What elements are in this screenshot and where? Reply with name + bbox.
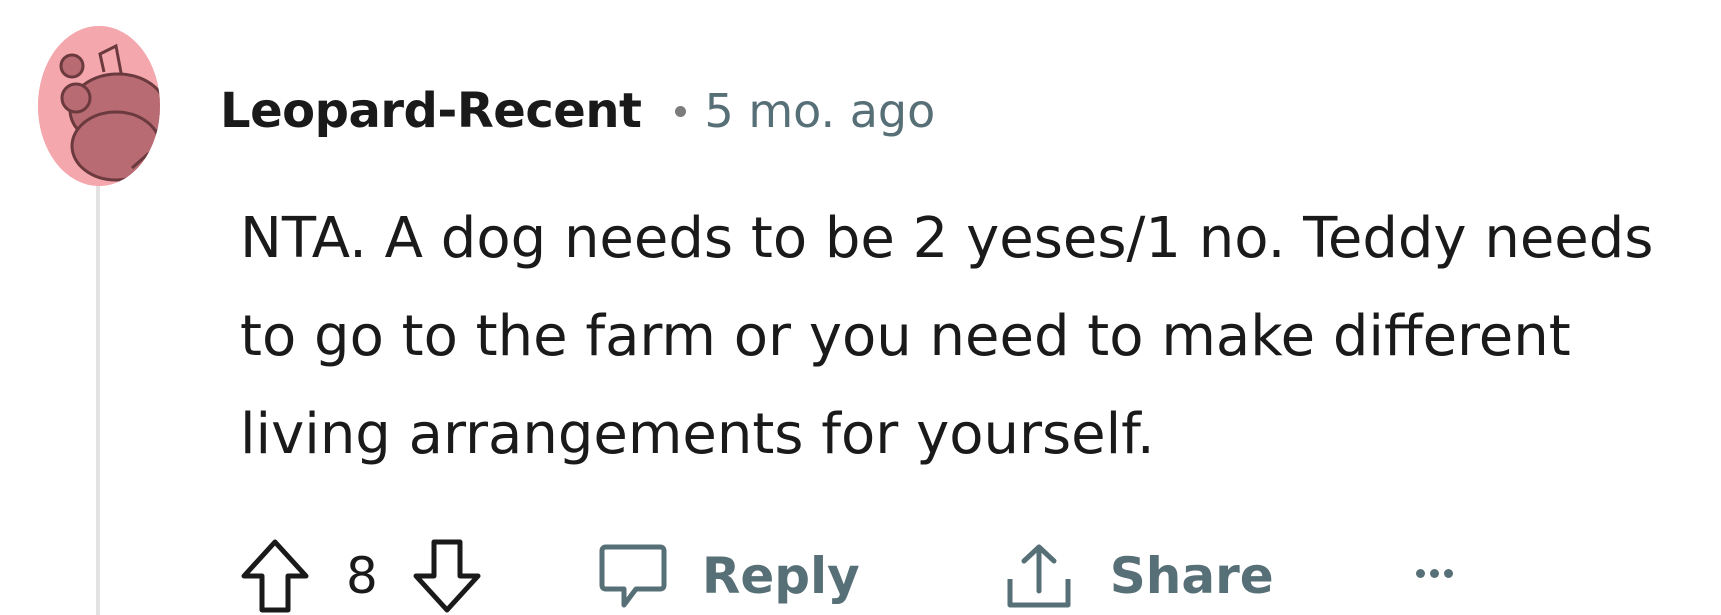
- share-label: Share: [1109, 547, 1274, 605]
- snoo-avatar-icon: [38, 26, 160, 186]
- more-options-button[interactable]: [1415, 568, 1453, 578]
- author-name[interactable]: Leopard-Recent: [220, 83, 642, 139]
- comment-header: Leopard-Recent 5 mo. ago: [220, 76, 935, 146]
- downvote-button[interactable]: [412, 538, 482, 614]
- speech-bubble-icon: [599, 544, 667, 608]
- arrow-up-icon: [241, 539, 309, 613]
- arrow-down-icon: [413, 539, 481, 613]
- avatar[interactable]: [38, 26, 160, 186]
- vote-count: 8: [346, 547, 378, 605]
- reply-label: Reply: [701, 547, 860, 605]
- share-button[interactable]: Share: [1004, 541, 1274, 611]
- comment-body: NTA. A dog needs to be 2 yeses/1 no. Ted…: [240, 206, 1654, 467]
- upvote-button[interactable]: [240, 538, 310, 614]
- reply-button[interactable]: Reply: [598, 541, 860, 611]
- separator-dot: [675, 105, 687, 117]
- comment-actions: 8 Reply Share: [240, 536, 1453, 615]
- thread-line[interactable]: [96, 175, 100, 615]
- timestamp[interactable]: 5 mo. ago: [704, 84, 935, 138]
- more-horizontal-icon: [1415, 568, 1425, 578]
- share-icon: [1007, 544, 1071, 608]
